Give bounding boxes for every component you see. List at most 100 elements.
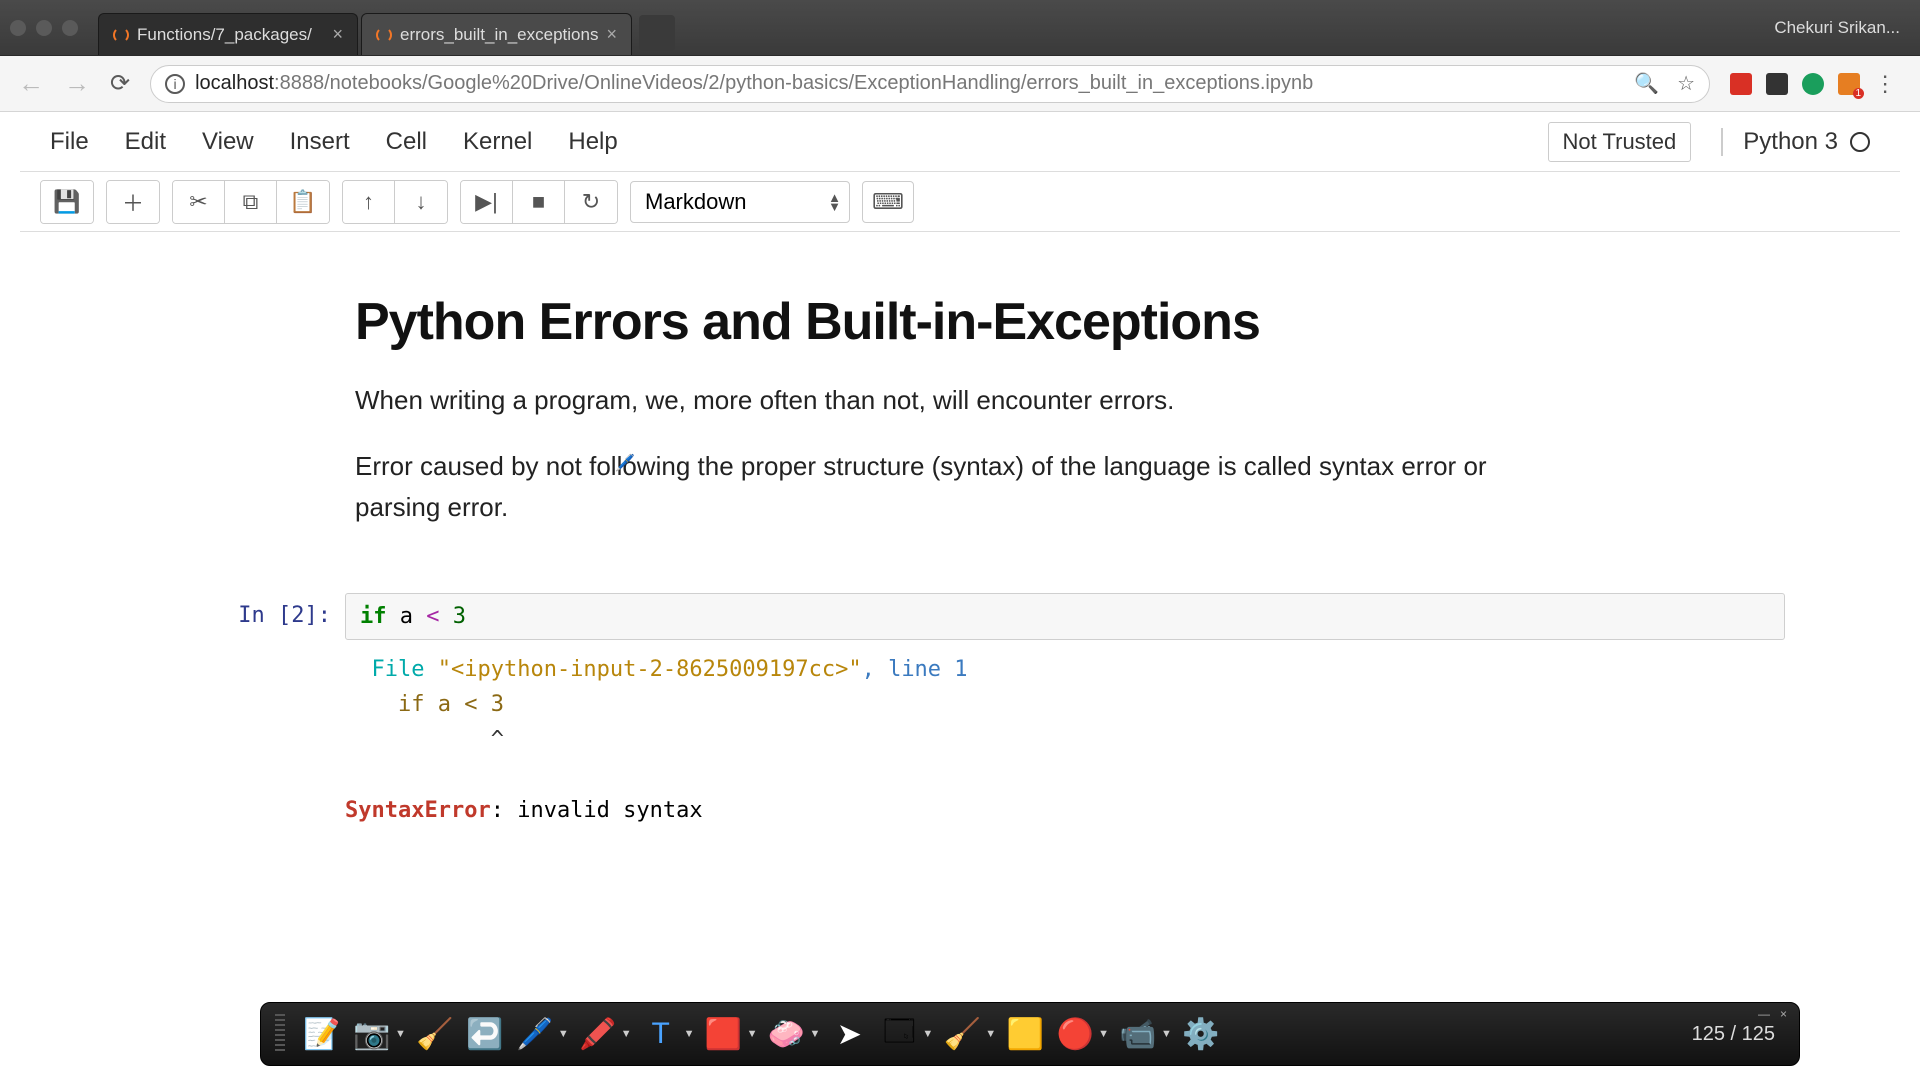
bookmark-icon[interactable]: ☆ bbox=[1677, 71, 1695, 96]
code-text: a bbox=[387, 604, 427, 629]
code-input[interactable]: if a < 3 bbox=[345, 593, 1785, 640]
menu-insert[interactable]: Insert bbox=[290, 128, 350, 156]
close-icon[interactable]: × bbox=[332, 24, 343, 45]
notebook: File Edit View Insert Cell Kernel Help N… bbox=[20, 112, 1900, 908]
code-operator: < bbox=[426, 604, 439, 629]
new-note-icon[interactable]: 📝 bbox=[301, 1013, 343, 1055]
cells-area[interactable]: Python Errors and Built-in-Exceptions Wh… bbox=[95, 232, 1825, 908]
eraser-icon[interactable]: 🧹 bbox=[414, 1013, 456, 1055]
webcam-icon[interactable]: 📹 bbox=[1117, 1013, 1159, 1055]
move-down-button[interactable]: ↓ bbox=[395, 181, 447, 223]
chevron-down-icon[interactable]: ▼ bbox=[395, 1028, 406, 1040]
undo-icon[interactable]: ↩️ bbox=[464, 1013, 506, 1055]
chevron-down-icon[interactable]: ▼ bbox=[922, 1028, 933, 1040]
add-cell-button[interactable]: ＋ bbox=[107, 181, 159, 223]
input-prompt: In [2]: bbox=[135, 593, 345, 640]
cell-output: File "<ipython-input-2-8625009197cc>", l… bbox=[95, 640, 1825, 828]
menu-kernel[interactable]: Kernel bbox=[463, 128, 532, 156]
close-icon[interactable]: × bbox=[1780, 1007, 1787, 1021]
url-host: localhost bbox=[195, 72, 274, 95]
tab-title: Functions/7_packages/ bbox=[137, 25, 312, 45]
chevron-down-icon[interactable]: ▼ bbox=[985, 1028, 996, 1040]
frame-counter: 125 / 125 bbox=[1692, 1023, 1785, 1046]
trust-indicator[interactable]: Not Trusted bbox=[1548, 122, 1692, 162]
chrome-profile-name[interactable]: Chekuri Srikan... bbox=[1774, 18, 1900, 38]
command-palette-button[interactable]: ⌨ bbox=[862, 181, 914, 223]
chevron-down-icon[interactable]: ▼ bbox=[621, 1028, 632, 1040]
text-tool-icon[interactable]: T bbox=[640, 1013, 682, 1055]
menu-cell[interactable]: Cell bbox=[386, 128, 427, 156]
stop-button[interactable]: ■ bbox=[513, 181, 565, 223]
pen-icon[interactable]: 🖊️ bbox=[514, 1013, 556, 1055]
tabs-container: Functions/7_packages/ × errors_built_in_… bbox=[98, 0, 675, 55]
settings-icon[interactable]: ⚙️ bbox=[1180, 1013, 1222, 1055]
move-up-button[interactable]: ↑ bbox=[343, 181, 395, 223]
highlighter-icon[interactable]: 🖍️ bbox=[577, 1013, 619, 1055]
zoom-icon[interactable]: 🔍 bbox=[1634, 71, 1659, 96]
minimize-window[interactable] bbox=[36, 20, 52, 36]
tab-functions-packages[interactable]: Functions/7_packages/ × bbox=[98, 13, 358, 55]
sticky-note-icon[interactable]: 🟨 bbox=[1004, 1013, 1046, 1055]
menu-view[interactable]: View bbox=[202, 128, 254, 156]
output-caret: ^ bbox=[345, 727, 504, 752]
gmail-extension-icon[interactable] bbox=[1730, 73, 1752, 95]
kernel-status-icon bbox=[1850, 132, 1870, 152]
extension-icon[interactable] bbox=[1766, 73, 1788, 95]
jupyter-icon bbox=[376, 27, 392, 43]
back-button[interactable]: ← bbox=[18, 68, 44, 99]
select-arrows-icon: ▲▼ bbox=[828, 193, 841, 211]
url-path: /notebooks/Google%20Drive/OnlineVideos/2… bbox=[324, 72, 1313, 95]
shape-icon[interactable]: 🟥 bbox=[703, 1013, 745, 1055]
menu-help[interactable]: Help bbox=[568, 128, 617, 156]
new-tab-button[interactable] bbox=[639, 15, 675, 51]
url-port: :8888 bbox=[274, 72, 324, 95]
restart-button[interactable]: ↻ bbox=[565, 181, 617, 223]
eraser-tool-icon[interactable]: 🧼 bbox=[765, 1013, 807, 1055]
markdown-cell[interactable]: Python Errors and Built-in-Exceptions Wh… bbox=[95, 272, 1825, 573]
tab-errors-exceptions[interactable]: errors_built_in_exceptions × bbox=[361, 13, 632, 55]
browser-toolbar: ← → ⟳ i localhost :8888 /notebooks/Googl… bbox=[0, 56, 1920, 112]
maximize-window[interactable] bbox=[62, 20, 78, 36]
chevron-down-icon[interactable]: ▼ bbox=[1098, 1028, 1109, 1040]
close-window[interactable] bbox=[10, 20, 26, 36]
annotation-toolbar[interactable]: 📝 📷▼ 🧹 ↩️ 🖊️▼ 🖍️▼ T▼ 🟥▼ 🧼▼ ➤ 🗔▼ 🧹▼ 🟨 🔴▼ … bbox=[260, 1002, 1800, 1066]
camera-icon[interactable]: 📷 bbox=[351, 1013, 393, 1055]
code-keyword: if bbox=[360, 604, 387, 629]
extension-icon[interactable] bbox=[1802, 73, 1824, 95]
whiteboard-icon[interactable]: 🗔 bbox=[878, 1013, 920, 1055]
paste-button[interactable]: 📋 bbox=[277, 181, 329, 223]
drag-handle[interactable] bbox=[275, 1014, 285, 1054]
menu-file[interactable]: File bbox=[50, 128, 89, 156]
output-file-string: "<ipython-input-2-8625009197cc>" bbox=[438, 657, 862, 682]
pointer-icon[interactable]: ➤ bbox=[828, 1013, 870, 1055]
chevron-down-icon[interactable]: ▼ bbox=[809, 1028, 820, 1040]
kernel-name[interactable]: Python 3 bbox=[1721, 128, 1870, 156]
copy-button[interactable]: ⧉ bbox=[225, 181, 277, 223]
menu-edit[interactable]: Edit bbox=[125, 128, 166, 156]
site-info-icon[interactable]: i bbox=[165, 74, 185, 94]
chevron-down-icon[interactable]: ▼ bbox=[1161, 1028, 1172, 1040]
chrome-menu-icon[interactable]: ⋮ bbox=[1874, 71, 1896, 97]
code-cell[interactable]: In [2]: if a < 3 bbox=[95, 593, 1825, 640]
browser-tab-strip: Functions/7_packages/ × errors_built_in_… bbox=[0, 0, 1920, 56]
close-icon[interactable]: × bbox=[606, 24, 617, 45]
clear-icon[interactable]: 🧹 bbox=[941, 1013, 983, 1055]
code-number: 3 bbox=[440, 604, 467, 629]
reload-button[interactable]: ⟳ bbox=[110, 69, 130, 98]
chevron-down-icon[interactable]: ▼ bbox=[747, 1028, 758, 1040]
cut-button[interactable]: ✂ bbox=[173, 181, 225, 223]
cell-type-select[interactable]: Markdown ▲▼ bbox=[630, 181, 850, 223]
window-controls bbox=[10, 20, 78, 36]
extension-icon[interactable] bbox=[1838, 73, 1860, 95]
address-bar[interactable]: i localhost :8888 /notebooks/Google%20Dr… bbox=[150, 65, 1710, 103]
output-code-line: if a < 3 bbox=[345, 692, 504, 717]
save-button[interactable]: 💾 bbox=[41, 181, 93, 223]
output-file-label: File bbox=[372, 657, 438, 682]
record-icon[interactable]: 🔴 bbox=[1054, 1013, 1096, 1055]
forward-button[interactable]: → bbox=[64, 68, 90, 99]
chevron-down-icon[interactable]: ▼ bbox=[558, 1028, 569, 1040]
markdown-paragraph: When writing a program, we, more often t… bbox=[355, 380, 1565, 420]
run-button[interactable]: ▶| bbox=[461, 181, 513, 223]
chevron-down-icon[interactable]: ▼ bbox=[684, 1028, 695, 1040]
minimize-icon[interactable]: — bbox=[1758, 1007, 1770, 1021]
